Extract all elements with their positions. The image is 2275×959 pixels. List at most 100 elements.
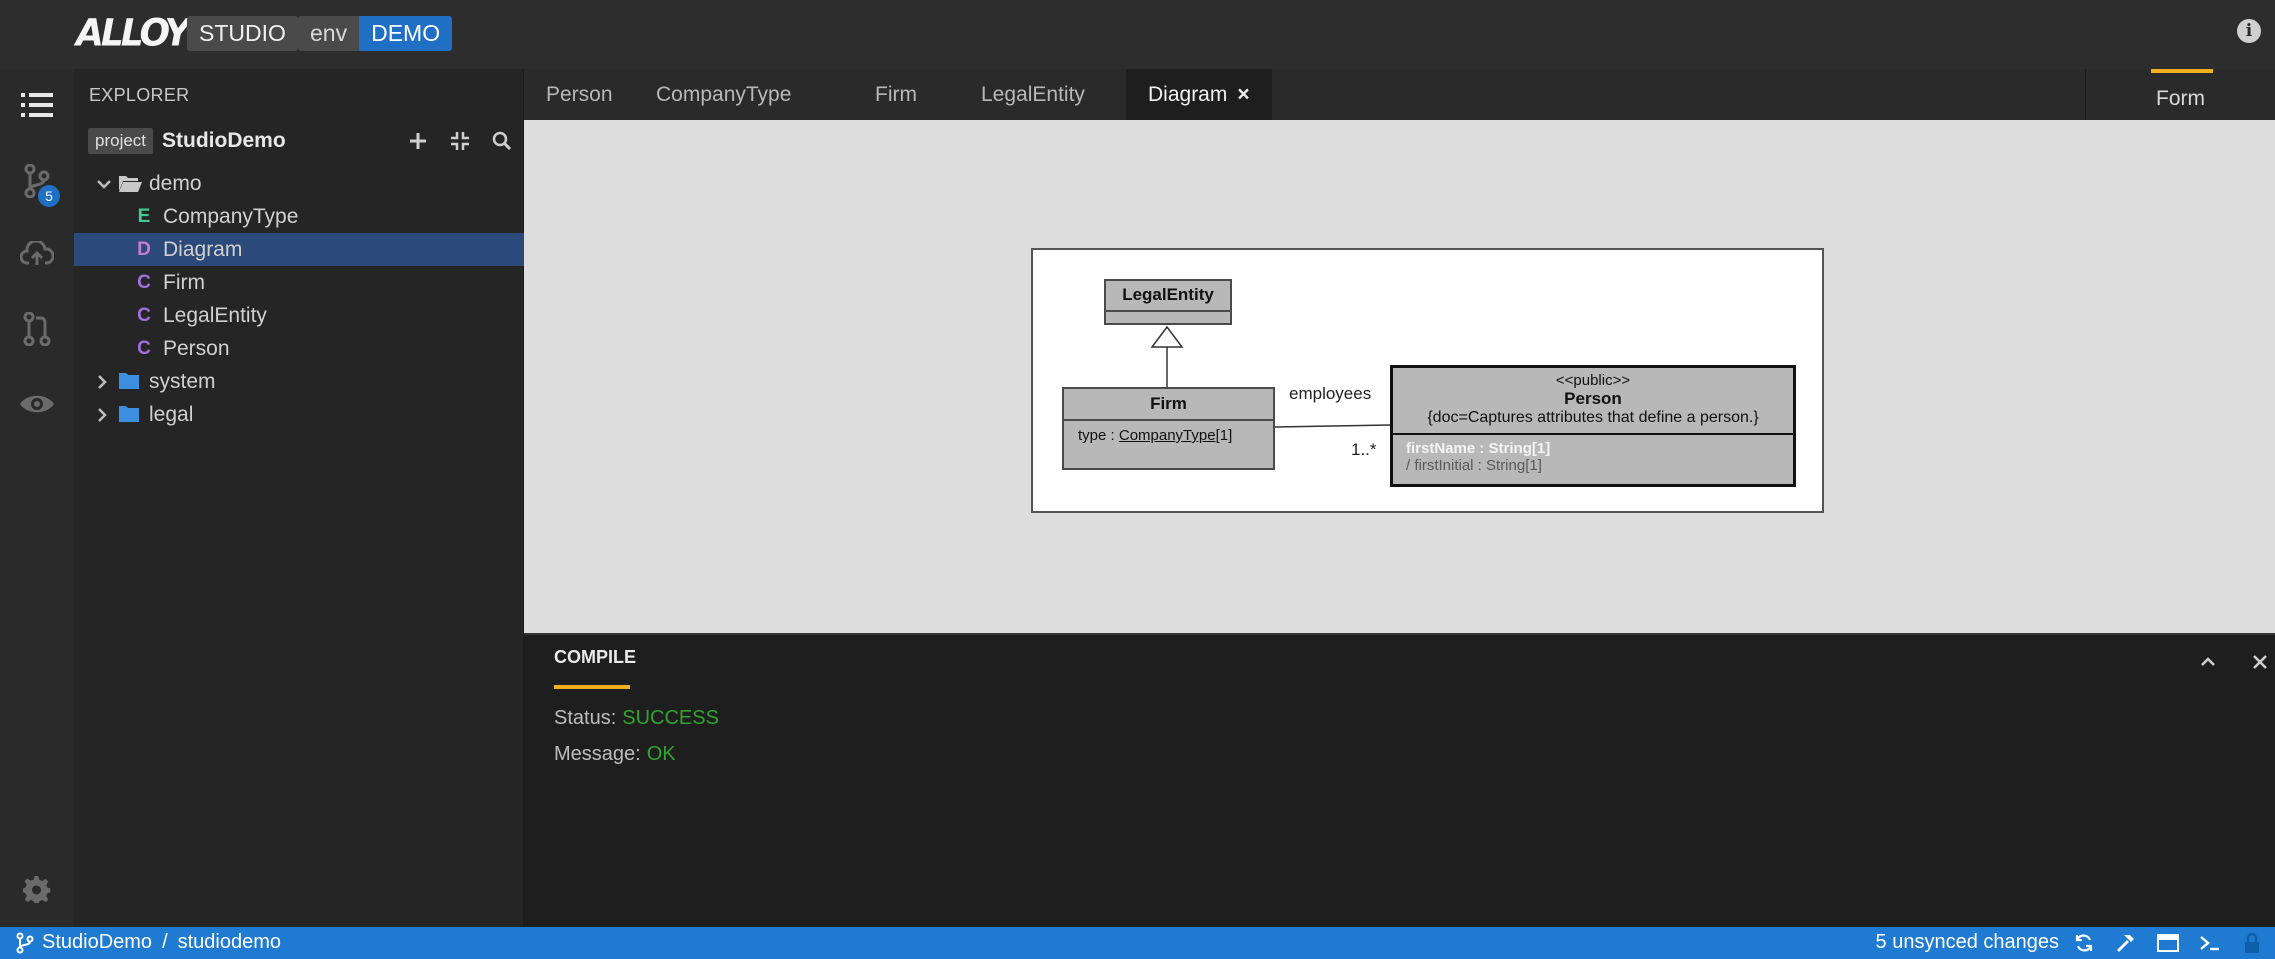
gear-icon	[23, 875, 51, 903]
class-doc: {doc=Captures attributes that define a p…	[1427, 409, 1759, 426]
close-panel-button[interactable]	[2247, 649, 2273, 675]
source-control-activity-button[interactable]: 5	[0, 149, 74, 213]
explorer-title: EXPLORER	[89, 85, 190, 105]
uml-class-firm[interactable]: Firm type : CompanyType[1]	[1062, 387, 1275, 470]
project-tag: project	[88, 128, 154, 154]
terminal-icon	[2200, 935, 2219, 950]
tree-item-firm[interactable]: C Firm	[74, 266, 524, 299]
lock-icon	[2245, 932, 2259, 953]
tree-label: LegalEntity	[163, 303, 267, 327]
compile-tab[interactable]: COMPILE	[554, 647, 636, 689]
env-value: DEMO	[359, 16, 453, 51]
form-mode-tab[interactable]: Form	[2085, 69, 2275, 120]
search-icon	[492, 131, 512, 151]
class-diagram: LegalEntity Firm type : CompanyType[1] <…	[1031, 248, 1824, 513]
chevron-right-icon	[98, 408, 107, 422]
search-button[interactable]	[488, 127, 516, 155]
workspace-info[interactable]: StudioDemo / studiodemo	[16, 931, 281, 954]
file-tree: demo E CompanyType D Diagram C Firm C Le…	[74, 167, 524, 431]
status-actions: 5 unsynced changes	[1876, 931, 2263, 954]
diagram-canvas[interactable]: LegalEntity Firm type : CompanyType[1] <…	[524, 120, 2275, 633]
tree-folder-demo[interactable]: demo	[74, 167, 524, 200]
active-indicator	[2151, 69, 2213, 73]
project-bar: project StudioDemo	[74, 121, 524, 161]
studio-badge: STUDIO	[187, 16, 298, 51]
sync-button[interactable]	[2073, 932, 2095, 954]
tree-folder-system[interactable]: system	[74, 365, 524, 398]
info-icon[interactable]: i	[2237, 19, 2261, 43]
cloud-upload-icon	[20, 241, 54, 265]
diagram-type-icon: D	[137, 238, 151, 260]
toggle-panel-button[interactable]	[2157, 932, 2179, 954]
attribute-name: type :	[1078, 427, 1119, 444]
settings-button[interactable]	[0, 857, 74, 921]
alloy-logo: ALLOY	[76, 11, 191, 55]
attribute-type: CompanyType	[1118, 427, 1216, 444]
collapse-tree-button[interactable]	[446, 127, 474, 155]
view-activity-button[interactable]	[0, 372, 74, 436]
close-icon[interactable]: ×	[1237, 69, 1249, 120]
tab-firm[interactable]: Firm	[853, 69, 939, 120]
env-label: env	[298, 16, 360, 51]
tree-item-companytype[interactable]: E CompanyType	[74, 200, 524, 233]
activity-bar: 5	[0, 69, 74, 927]
class-attribute: firstName : String[1]	[1406, 440, 1551, 457]
uml-class-person[interactable]: <<public>> Person {doc=Captures attribut…	[1390, 365, 1796, 487]
tree-item-legalentity[interactable]: C LegalEntity	[74, 299, 524, 332]
class-type-icon: C	[137, 337, 151, 359]
chevron-right-icon	[98, 375, 107, 389]
branch-name: studiodemo	[177, 931, 282, 953]
tree-folder-legal[interactable]: legal	[74, 398, 524, 431]
explorer-activity-button[interactable]	[0, 73, 74, 137]
project-name: StudioDemo	[162, 129, 286, 152]
tree-label: system	[149, 369, 216, 393]
class-type-icon: C	[137, 271, 151, 293]
source-control-badge: 5	[38, 185, 60, 207]
maximize-panel-button[interactable]	[2195, 649, 2221, 675]
tree-label: demo	[149, 171, 202, 195]
eye-icon	[20, 395, 54, 413]
review-activity-button[interactable]	[0, 297, 74, 361]
tree-label: legal	[149, 402, 194, 426]
association-label: employees	[1289, 384, 1372, 403]
explorer-panel: EXPLORER project StudioDemo demo E Compa…	[74, 69, 524, 927]
list-icon	[21, 93, 53, 117]
enumeration-type-icon: E	[137, 205, 151, 227]
chevron-down-icon	[97, 180, 111, 189]
tab-companytype[interactable]: CompanyType	[634, 69, 813, 120]
tab-person[interactable]: Person	[524, 69, 635, 120]
environment-badge: env DEMO	[298, 16, 453, 51]
form-tab-label: Form	[2156, 87, 2205, 110]
message-value: OK	[646, 743, 676, 765]
tab-label: Diagram	[1148, 83, 1228, 106]
folder-open-icon	[119, 176, 142, 192]
pull-request-icon	[23, 312, 51, 346]
tab-diagram[interactable]: Diagram ×	[1126, 69, 1272, 120]
status-value: SUCCESS	[622, 707, 719, 729]
active-indicator	[554, 685, 630, 689]
chevron-up-icon	[2201, 657, 2215, 666]
uml-class-legalentity[interactable]: LegalEntity	[1104, 279, 1232, 325]
tab-legalentity[interactable]: LegalEntity	[959, 69, 1107, 120]
sync-icon	[2075, 934, 2093, 951]
cloud-sync-activity-button[interactable]	[0, 222, 74, 286]
add-element-button[interactable]	[404, 127, 432, 155]
class-title: LegalEntity	[1122, 285, 1214, 304]
hammer-icon	[2117, 934, 2134, 952]
folder-icon	[119, 406, 139, 422]
build-button[interactable]	[2115, 932, 2137, 954]
lock-button[interactable]	[2241, 932, 2263, 954]
association-multiplicity: 1..*	[1351, 440, 1377, 459]
unsynced-changes[interactable]: 5 unsynced changes	[1876, 931, 2059, 954]
window-icon	[2157, 933, 2179, 952]
status-row: Status: SUCCESS	[554, 707, 719, 730]
status-label: Status:	[554, 707, 617, 729]
tree-item-diagram[interactable]: D Diagram	[74, 233, 524, 266]
tree-item-person[interactable]: C Person	[74, 332, 524, 365]
class-stereotype: <<public>>	[1555, 372, 1631, 389]
class-title: Person	[1564, 389, 1622, 408]
message-label: Message:	[554, 743, 641, 765]
class-attribute: type : CompanyType[1]	[1064, 421, 1273, 444]
terminal-button[interactable]	[2199, 932, 2221, 954]
app-header: ALLOY STUDIO env DEMO i	[0, 0, 2275, 69]
